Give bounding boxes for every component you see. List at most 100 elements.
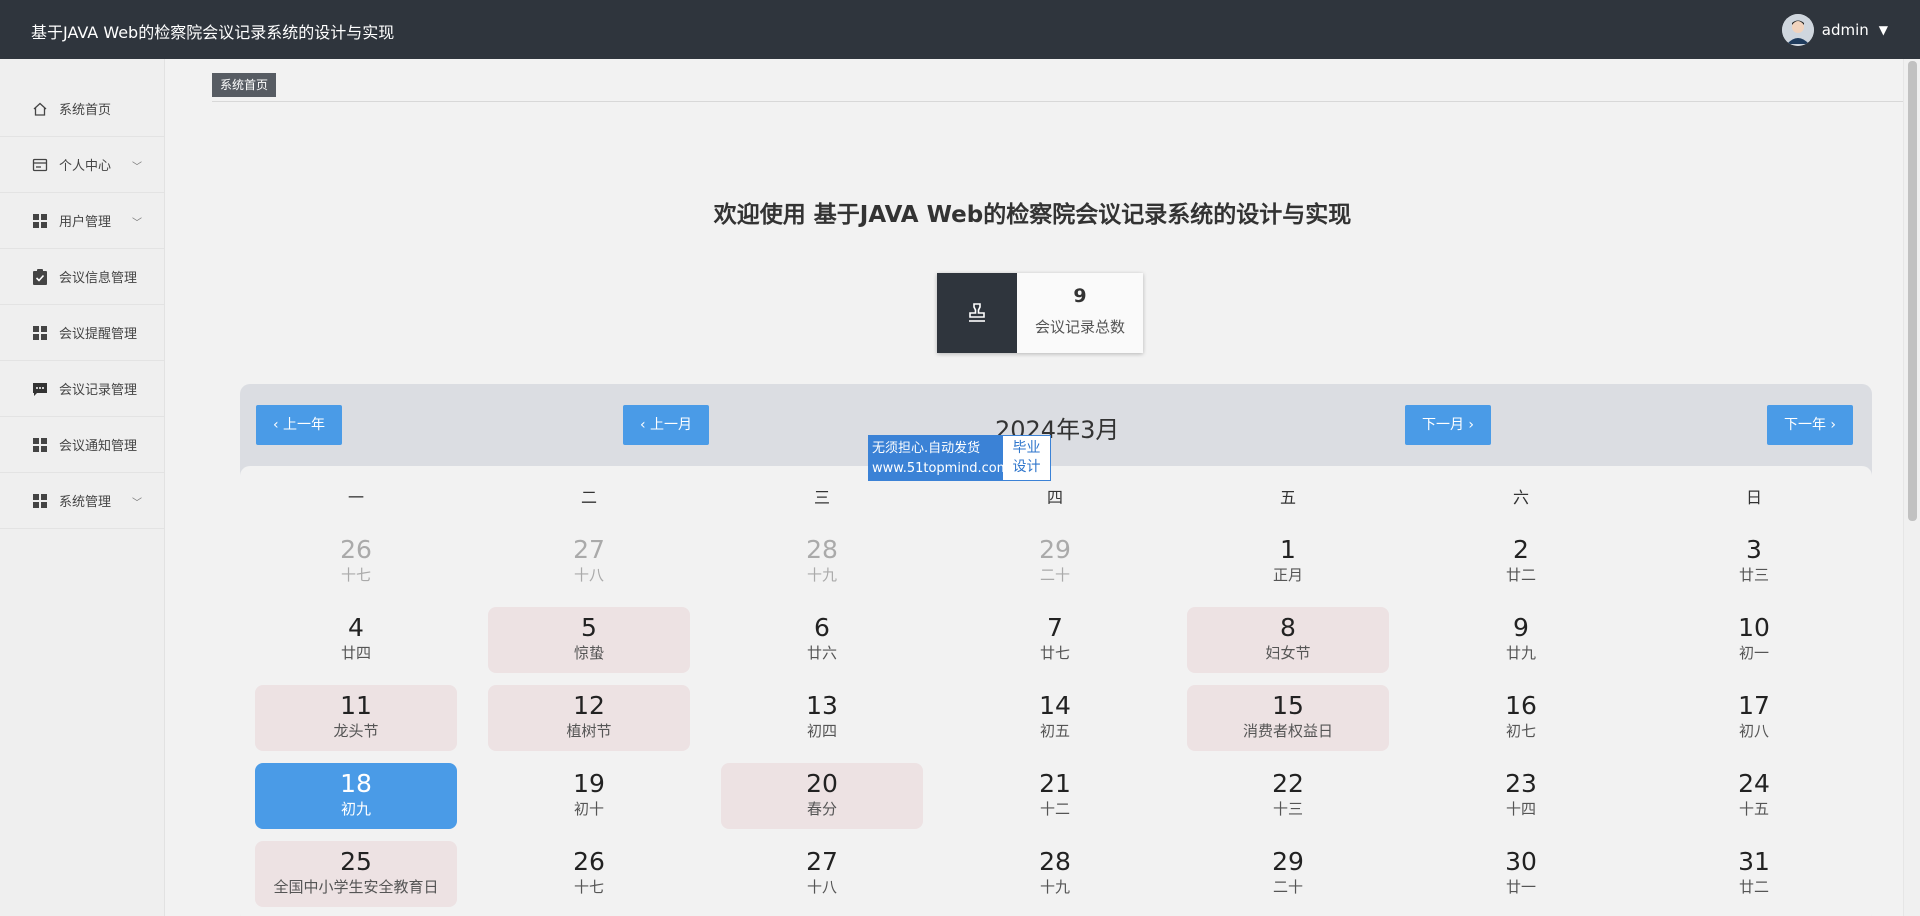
day-number: 28 — [806, 535, 838, 564]
calendar-day[interactable]: 10 初一 — [1653, 607, 1855, 673]
calendar-day[interactable]: 22 十三 — [1187, 763, 1389, 829]
calendar-day[interactable]: 16 初七 — [1420, 685, 1622, 751]
sidebar-item-5[interactable]: 会议记录管理 — [0, 361, 164, 417]
home-icon — [31, 100, 48, 117]
day-number: 26 — [340, 535, 372, 564]
day-number: 30 — [1505, 847, 1537, 876]
sidebar-item-label: 会议记录管理 — [59, 383, 138, 398]
calendar-day[interactable]: 8 妇女节 — [1187, 607, 1389, 673]
breadcrumb: 系统首页 — [212, 72, 1912, 102]
sidebar-item-1[interactable]: 个人中心 ﹀ — [0, 137, 164, 193]
calendar-day[interactable]: 13 初四 — [721, 685, 923, 751]
chevron-left-icon: ‹ — [639, 417, 651, 433]
day-number: 21 — [1039, 769, 1071, 798]
calendar-day[interactable]: 11 龙头节 — [255, 685, 457, 751]
calendar-day[interactable]: 14 初五 — [954, 685, 1156, 751]
calendar-day[interactable]: 17 初八 — [1653, 685, 1855, 751]
calendar-day[interactable]: 28 十九 — [954, 841, 1156, 907]
day-number: 2 — [1513, 535, 1529, 564]
user-menu[interactable]: admin ▼ — [1781, 14, 1888, 46]
breadcrumb-item[interactable]: 系统首页 — [212, 73, 277, 97]
calendar-day[interactable]: 27 十八 — [488, 529, 690, 595]
day-number: 7 — [1047, 613, 1063, 642]
chevron-down-icon[interactable]: ﹀ — [132, 214, 142, 229]
watermark-line2: www.51topmind.com — [872, 461, 1010, 476]
day-number: 26 — [573, 847, 605, 876]
grid-icon — [31, 324, 48, 341]
lunar-label: 惊蛰 — [573, 644, 604, 662]
calendar-day[interactable]: 24 十五 — [1653, 763, 1855, 829]
calendar-day[interactable]: 12 植树节 — [488, 685, 690, 751]
weekday-label: 六 — [1512, 488, 1529, 507]
sidebar-item-4[interactable]: 会议提醒管理 — [0, 305, 164, 361]
calendar-day[interactable]: 1 正月 — [1187, 529, 1389, 595]
calendar-day-today[interactable]: 18 初九 — [255, 763, 457, 829]
prev-month-button[interactable]: ‹ 上一月 — [623, 405, 709, 445]
day-number: 4 — [348, 613, 364, 642]
calendar-day[interactable]: 9 廿九 — [1420, 607, 1622, 673]
grid-icon — [31, 436, 48, 453]
sidebar-item-label: 用户管理 — [59, 215, 112, 230]
prev-year-button[interactable]: ‹ 上一年 — [256, 405, 342, 445]
next-year-button[interactable]: 下一年 › — [1767, 405, 1853, 445]
page-scrollbar[interactable] — [1903, 59, 1920, 916]
sidebar-item-2[interactable]: 用户管理 ﹀ — [0, 193, 164, 249]
scrollbar-thumb[interactable] — [1908, 61, 1917, 521]
chevron-down-icon[interactable]: ﹀ — [132, 494, 142, 509]
calendar-day[interactable]: 6 廿六 — [721, 607, 923, 673]
watermark-badge: 无须担心.自动发货 www.51topmind.com 毕业 设计 — [868, 435, 1051, 481]
calendar-day[interactable]: 31 廿二 — [1653, 841, 1855, 907]
profile-card-icon — [31, 156, 48, 173]
clipboard-check-icon — [31, 268, 48, 285]
calendar-day[interactable]: 26 十七 — [488, 841, 690, 907]
top-header: 基于JAVA Web的检察院会议记录系统的设计与实现 admin ▼ — [0, 0, 1920, 59]
stat-card-meeting-records: 9 会议记录总数 — [937, 273, 1143, 353]
prev-year-label: 上一年 — [283, 417, 326, 433]
lunar-label: 十三 — [1272, 800, 1303, 818]
calendar-day[interactable]: 28 十九 — [721, 529, 923, 595]
lunar-label: 十八 — [573, 566, 604, 584]
next-month-button[interactable]: 下一月 › — [1405, 405, 1491, 445]
day-number: 27 — [806, 847, 838, 876]
calendar-day[interactable]: 27 十八 — [721, 841, 923, 907]
lunar-label: 廿九 — [1505, 644, 1536, 662]
calendar-day[interactable]: 30 廿一 — [1420, 841, 1622, 907]
calendar-day[interactable]: 2 廿二 — [1420, 529, 1622, 595]
calendar-day[interactable]: 7 廿七 — [954, 607, 1156, 673]
calendar-day[interactable]: 21 十二 — [954, 763, 1156, 829]
lunar-label: 廿二 — [1738, 878, 1769, 896]
grid-icon — [31, 212, 48, 229]
lunar-label: 十五 — [1738, 800, 1769, 818]
lunar-label: 消费者权益日 — [1242, 722, 1333, 740]
calendar-day[interactable]: 29 二十 — [954, 529, 1156, 595]
calendar-day[interactable]: 4 廿四 — [255, 607, 457, 673]
sidebar-item-6[interactable]: 会议通知管理 — [0, 417, 164, 473]
sidebar-item-3[interactable]: 会议信息管理 — [0, 249, 164, 305]
calendar-day[interactable]: 20 春分 — [721, 763, 923, 829]
calendar-day[interactable]: 26 十七 — [255, 529, 457, 595]
lunar-label: 初四 — [806, 722, 837, 740]
avatar[interactable] — [1781, 14, 1814, 46]
calendar-day[interactable]: 5 惊蛰 — [488, 607, 690, 673]
chevron-left-icon: ‹ — [272, 417, 284, 433]
welcome-heading: 欢迎使用 基于JAVA Web的检察院会议记录系统的设计与实现 — [713, 202, 1352, 228]
sidebar-item-0[interactable]: 系统首页 — [0, 81, 164, 137]
calendar-day[interactable]: 15 消费者权益日 — [1187, 685, 1389, 751]
lunar-label: 植树节 — [566, 722, 612, 740]
chevron-down-icon[interactable]: ﹀ — [132, 158, 142, 173]
calendar-day[interactable]: 19 初十 — [488, 763, 690, 829]
weekday-label: 二 — [580, 488, 597, 507]
calendar-day[interactable]: 23 十四 — [1420, 763, 1622, 829]
lunar-label: 二十 — [1039, 566, 1070, 584]
calendar-day[interactable]: 25 全国中小学生安全教育日 — [255, 841, 457, 907]
sidebar-item-7[interactable]: 系统管理 ﹀ — [0, 473, 164, 529]
sidebar-item-label: 个人中心 — [59, 159, 112, 174]
day-number: 23 — [1505, 769, 1537, 798]
lunar-label: 妇女节 — [1265, 644, 1311, 662]
calendar-day[interactable]: 29 二十 — [1187, 841, 1389, 907]
user-name[interactable]: admin — [1822, 21, 1869, 39]
caret-down-icon[interactable]: ▼ — [1879, 23, 1888, 37]
calendar-day[interactable]: 3 廿三 — [1653, 529, 1855, 595]
day-number: 31 — [1738, 847, 1770, 876]
lunar-label: 十九 — [806, 566, 837, 584]
